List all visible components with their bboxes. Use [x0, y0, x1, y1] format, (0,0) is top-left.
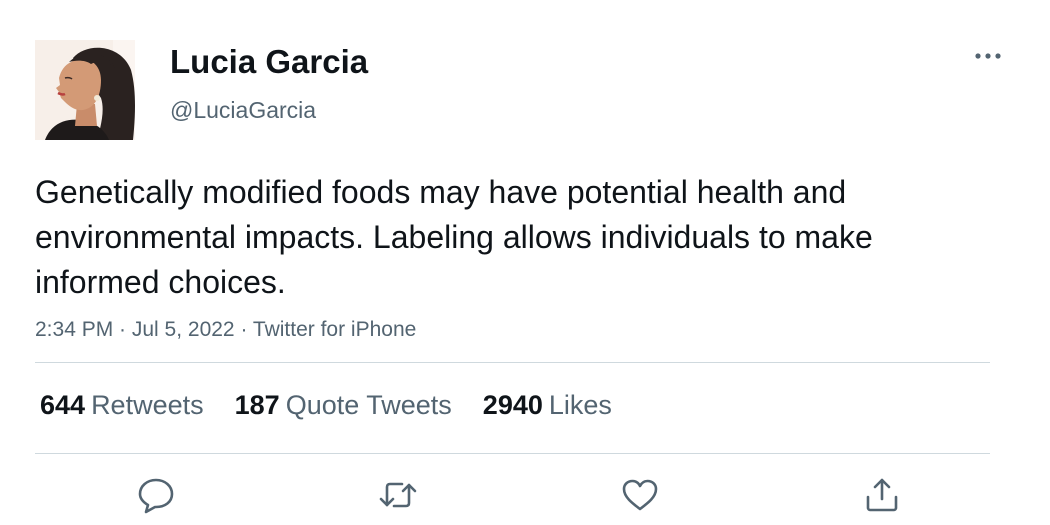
- reply-button[interactable]: [134, 473, 178, 517]
- avatar[interactable]: [35, 40, 135, 140]
- retweet-icon: [379, 482, 417, 508]
- share-button[interactable]: [860, 473, 904, 517]
- retweets-count: 644: [40, 390, 86, 420]
- tweet-card: Lucia Garcia @LuciaGarcia Genetically mo…: [0, 0, 1050, 525]
- engagement-stats: 644 Retweets 187 Quote Tweets 2940 Likes: [40, 388, 643, 422]
- likes-stat[interactable]: 2940 Likes: [483, 388, 612, 422]
- quote-tweets-count: 187: [234, 390, 280, 420]
- tweet-timestamp-source[interactable]: 2:34 PM · Jul 5, 2022 · Twitter for iPho…: [35, 316, 416, 344]
- likes-label: Likes: [548, 390, 612, 420]
- retweets-stat[interactable]: 644 Retweets: [40, 388, 204, 422]
- reply-icon: [138, 478, 174, 514]
- more-options-button[interactable]: [968, 42, 1008, 70]
- divider: [35, 362, 990, 363]
- more-horizontal-icon: [975, 53, 1001, 59]
- quote-tweets-label: Quote Tweets: [285, 390, 452, 420]
- author-display-name[interactable]: Lucia Garcia: [170, 42, 368, 82]
- divider: [35, 453, 990, 454]
- quote-tweets-stat[interactable]: 187 Quote Tweets: [235, 388, 452, 422]
- share-icon: [866, 478, 898, 512]
- retweets-label: Retweets: [91, 390, 204, 420]
- avatar-image: [35, 40, 135, 140]
- heart-icon: [622, 479, 658, 511]
- like-button[interactable]: [618, 473, 662, 517]
- author-handle[interactable]: @LuciaGarcia: [170, 96, 316, 124]
- tweet-text: Genetically modified foods may have pote…: [35, 174, 873, 300]
- likes-count: 2940: [482, 390, 543, 420]
- retweet-button[interactable]: [376, 473, 420, 517]
